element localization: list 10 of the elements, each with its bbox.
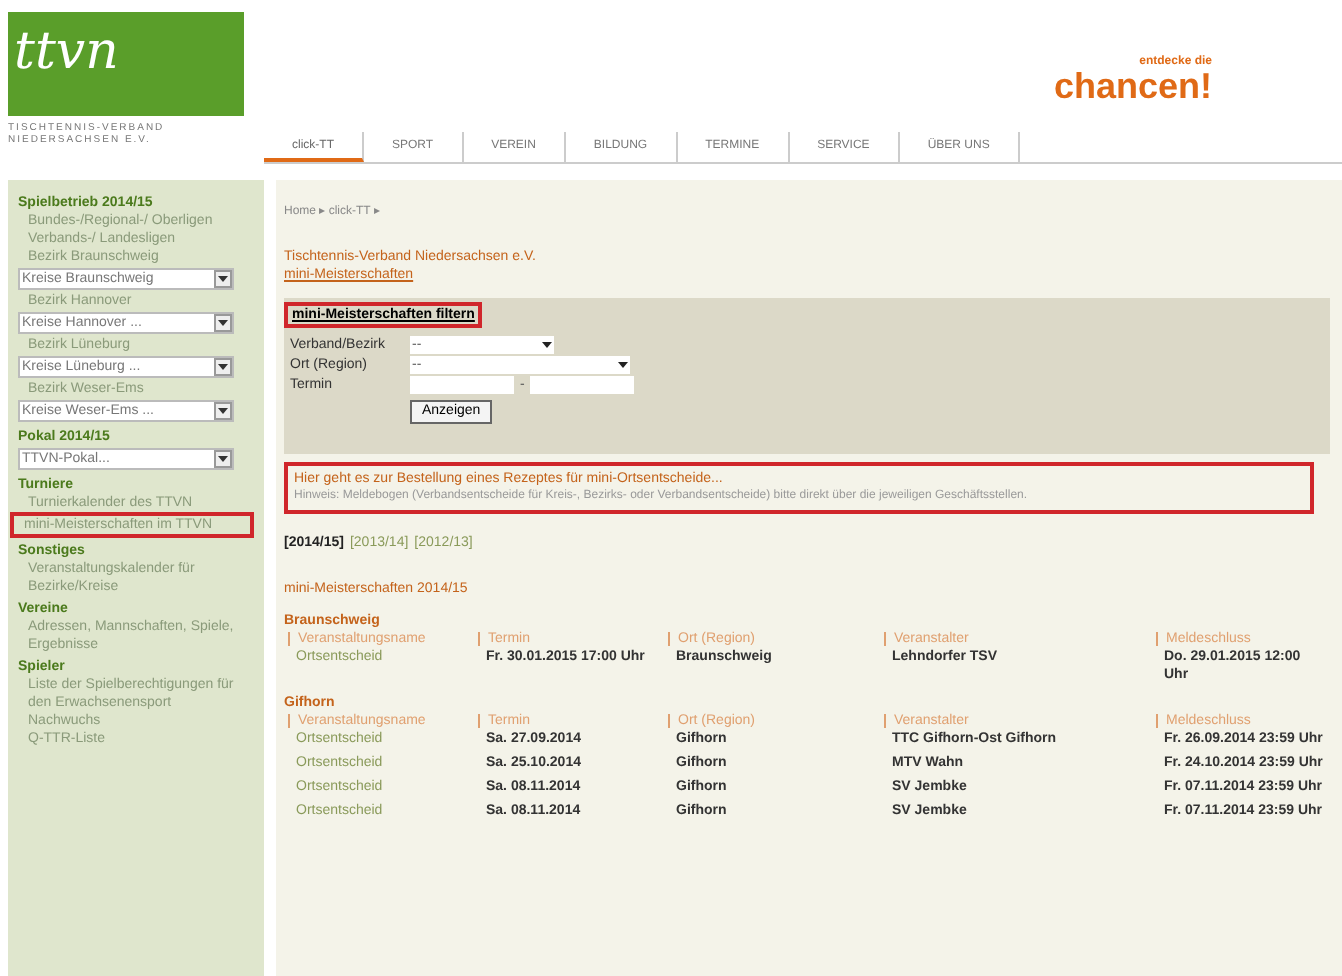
caret-icon [218, 456, 228, 462]
logo[interactable]: ttvn [8, 12, 244, 116]
caret-icon [218, 408, 228, 414]
caret-icon [542, 342, 552, 348]
date-field[interactable] [410, 376, 514, 394]
caret-icon [218, 276, 228, 282]
caret-icon [618, 362, 628, 368]
caret-icon [218, 364, 228, 370]
date-field[interactable] [530, 376, 635, 394]
caret-icon [218, 320, 228, 326]
